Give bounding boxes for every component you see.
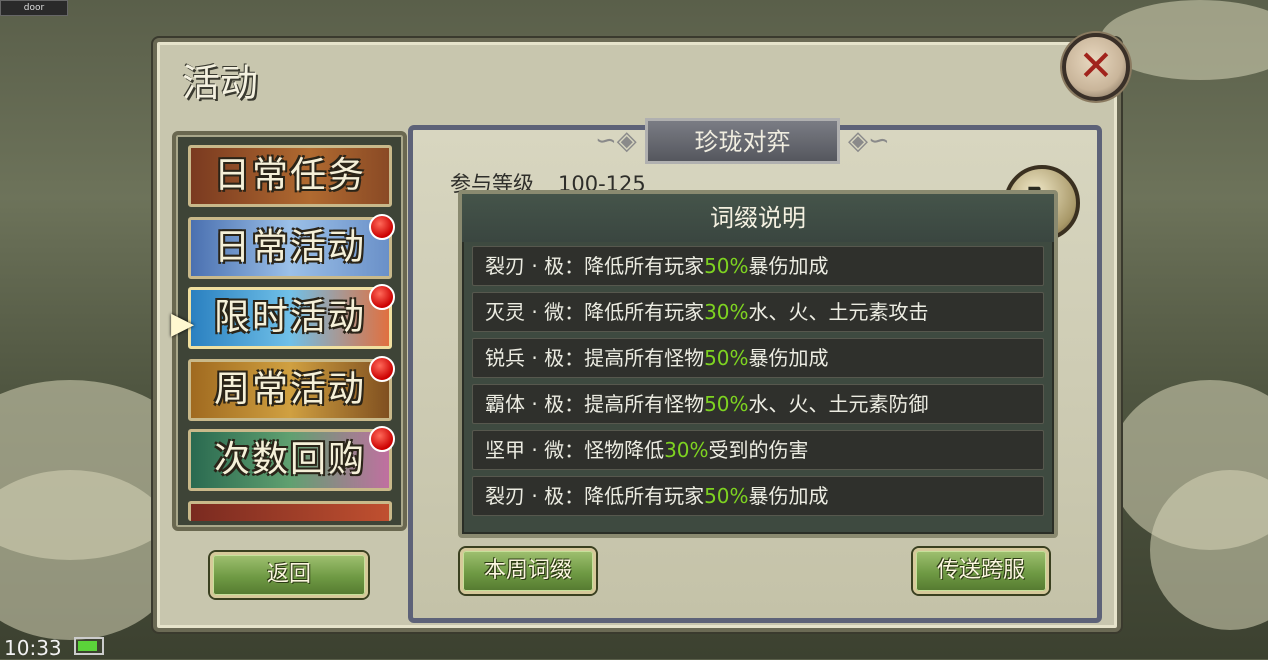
back-button-label: 返回	[266, 562, 311, 587]
tab-label: 日常任务	[213, 155, 366, 196]
tab-limited-activities[interactable]: 限时活动	[188, 284, 395, 349]
notification-dot-icon	[369, 214, 395, 240]
tab-daily-activities[interactable]: 日常活动	[188, 214, 395, 279]
affix-popup: 词缀说明 裂刃 · 极：降低所有玩家50%暴伤加成 灭灵 · 微：降低所有玩家3…	[458, 190, 1058, 538]
battery-level	[78, 641, 97, 651]
notification-dot-icon	[369, 284, 395, 310]
affix-text: 裂刃 · 极：降低所有玩家	[485, 484, 705, 508]
weekly-affix-label: 本周词缀	[483, 558, 572, 583]
affix-text: 锐兵 · 极：提高所有怪物	[485, 346, 705, 370]
affix-effect: 暴伤加成	[748, 346, 829, 370]
back-button[interactable]: 返回	[210, 552, 368, 598]
affix-effect: 受到的伤害	[708, 438, 809, 462]
close-button[interactable]: ✕	[1062, 33, 1130, 101]
tab-label: 周常活动	[213, 369, 366, 410]
tab-label: 限时活动	[213, 297, 366, 338]
affix-text: 灭灵 · 微：降低所有玩家	[485, 300, 705, 324]
affix-text: 霸体 · 极：提高所有怪物	[485, 392, 705, 416]
affix-percent: 30%	[664, 438, 709, 462]
affix-text: 坚甲 · 微：怪物降低	[485, 438, 665, 462]
tab-daily-tasks[interactable]: 日常任务	[188, 145, 392, 207]
tab-label: 次数回购	[213, 439, 366, 480]
cross-server-label: 传送跨服	[936, 558, 1025, 583]
affix-row: 霸体 · 极：提高所有怪物50%水、火、土元素防御	[472, 384, 1044, 424]
affix-percent: 50%	[704, 346, 749, 370]
affix-effect: 水、火、土元素攻击	[748, 300, 929, 324]
tab-buyback[interactable]: 次数回购	[188, 426, 395, 491]
debug-label: door	[0, 0, 68, 16]
affix-effect: 暴伤加成	[748, 254, 829, 278]
affix-text: 裂刃 · 极：降低所有玩家	[485, 254, 705, 278]
affix-effect: 水、火、土元素防御	[748, 392, 929, 416]
cross-server-button[interactable]: 传送跨服	[913, 548, 1049, 594]
tab-label: 日常活动	[213, 227, 366, 268]
ornament-right-icon: ◈∽	[848, 126, 890, 156]
affix-row: 坚甲 · 微：怪物降低30%受到的伤害	[472, 430, 1044, 470]
affix-row: 裂刃 · 极：降低所有玩家50%暴伤加成	[472, 246, 1044, 286]
weekly-affix-button[interactable]: 本周词缀	[460, 548, 596, 594]
panel-title: 活动	[182, 61, 259, 105]
affix-row: 锐兵 · 极：提高所有怪物50%暴伤加成	[472, 338, 1044, 378]
ornament-left-icon: ∽◈	[595, 126, 637, 156]
selected-arrow-icon: ▶	[171, 306, 195, 341]
affix-percent: 50%	[704, 254, 749, 278]
popup-title: 词缀说明	[462, 194, 1054, 242]
tab-partial-next[interactable]	[188, 501, 392, 521]
close-icon: ✕	[1078, 41, 1114, 90]
battery-icon	[74, 637, 104, 655]
affix-percent: 50%	[704, 392, 749, 416]
clock-time: 10:33	[4, 636, 62, 660]
activity-category-list: 日常任务 日常活动 限时活动 周常活动 次数回购	[172, 131, 407, 531]
activity-title: 珍珑对弈	[645, 118, 840, 164]
affix-percent: 50%	[704, 484, 749, 508]
affix-row: 灭灵 · 微：降低所有玩家30%水、火、土元素攻击	[472, 292, 1044, 332]
affix-effect: 暴伤加成	[748, 484, 829, 508]
tab-weekly-activities[interactable]: 周常活动	[188, 356, 395, 421]
affix-row: 裂刃 · 极：降低所有玩家50%暴伤加成	[472, 476, 1044, 516]
affix-percent: 30%	[704, 300, 749, 324]
notification-dot-icon	[369, 426, 395, 452]
notification-dot-icon	[369, 356, 395, 382]
